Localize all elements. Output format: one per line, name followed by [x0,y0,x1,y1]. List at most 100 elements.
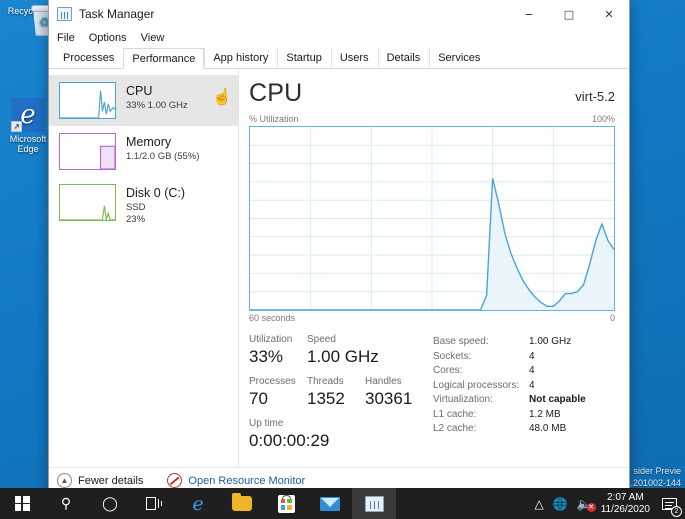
spec-key: Cores: [433,365,463,376]
search-icon: ⚲ [60,495,72,511]
stat-label: Processes [249,376,296,387]
spec-key: Base speed: [433,336,489,347]
spec-value: 4 [529,379,535,391]
menu-item-view[interactable]: View [141,32,165,44]
cpu-chart-svg [250,127,614,310]
window-title: Task Manager [79,7,155,21]
notification-center-button[interactable]: 2 [659,494,682,517]
task-manager-window: Task Manager − □ ✕ File Options View Pro… [48,0,630,494]
sidebar-item-text: CPU 33% 1.00 GHz [126,82,188,119]
taskbar: ⚲ ◯ e △ 🌐 🔈 ✕ 2:07 AM 11/26/2020 2 [0,488,685,519]
insider-preview-watermark: sider Previe .201002-144 [630,465,681,489]
stat-value: 1.00 GHz [307,347,379,366]
spec-row: Cores: 4 [433,364,615,379]
cpu-spec-list: Base speed: 1.00 GHz Sockets: 4 Cores: 4 Logic… [429,333,615,459]
taskbar-task-manager-button[interactable] [352,488,396,519]
fewer-details-button[interactable]: Fewer details [78,475,143,487]
windows-logo-icon [14,496,30,511]
taskbar-task-view-button[interactable] [132,488,176,519]
stat-label: Threads [307,376,344,387]
sidebar-item-cpu[interactable]: CPU 33% 1.00 GHz ☝ [49,75,238,126]
resource-monitor-icon[interactable] [167,473,183,488]
cpu-thumbnail-graph [59,82,116,119]
clock-time: 2:07 AM [606,491,644,503]
stat-value: 0:00:00:29 [249,431,330,450]
spec-row: Virtualization: Not capable [433,393,615,408]
spec-key: Logical processors: [433,379,520,391]
spec-key: Virtualization: [433,394,493,405]
taskbar-cortana-button[interactable]: ◯ [88,488,132,519]
watermark-line-1: sider Previe [633,466,681,476]
tab-app-history[interactable]: App history [204,47,277,68]
stat-label: Handles [365,376,402,387]
tab-services[interactable]: Services [429,47,489,68]
tab-details[interactable]: Details [377,47,430,68]
network-icon[interactable]: 🌐 [553,498,568,510]
volume-icon[interactable]: 🔈 ✕ [577,498,596,512]
start-button[interactable] [0,488,44,519]
sidebar-item-sub2: 23% [126,214,146,225]
menu-bar: File Options View [49,28,629,47]
stat-row-2: Processes 70 Threads 1352 Handles 30361 [249,375,429,409]
cpu-utilization-graph[interactable] [249,126,615,311]
cpu-stats: Utilization 33% Speed 1.00 GHz Processes… [249,333,615,459]
cpu-model-label: virt-5.2 [575,89,615,104]
resource-sidebar: CPU 33% 1.00 GHz ☝ Memory 1.1/2.0 GB (55… [49,69,239,467]
taskbar-file-explorer-button[interactable] [220,488,264,519]
task-view-icon [145,497,163,510]
open-resource-monitor-link[interactable]: Open Resource Monitor [188,475,305,487]
memory-thumbnail-graph [59,133,116,170]
tab-startup[interactable]: Startup [277,47,330,68]
taskbar-mail-button[interactable] [308,488,352,519]
mail-icon [320,496,340,511]
stat-utilization: Utilization 33% [249,333,307,367]
task-manager-icon [57,7,72,21]
axis-label-y: % Utilization [249,114,299,124]
axis-zero-label: 0 [609,313,615,323]
cpu-stats-left: Utilization 33% Speed 1.00 GHz Processes… [249,333,429,459]
stat-row-3: Up time 0:00:00:29 [249,417,429,451]
taskbar-search-button[interactable]: ⚲ [44,488,88,519]
stat-handles: Handles 30361 [365,375,423,409]
system-tray: △ 🌐 🔈 ✕ 2:07 AM 11/26/2020 2 [535,492,685,517]
chevron-up-icon[interactable]: ▲ [57,473,72,488]
menu-item-options[interactable]: Options [89,32,127,44]
page-title: CPU [249,79,303,107]
stat-processes: Processes 70 [249,375,307,409]
taskbar-store-button[interactable] [264,488,308,519]
sidebar-item-title: Memory [126,135,172,149]
sidebar-item-disk[interactable]: Disk 0 (C:) SSD 23% [49,177,238,233]
title-bar[interactable]: Task Manager − □ ✕ [49,0,629,28]
sidebar-item-memory[interactable]: Memory 1.1/2.0 GB (55%) [49,126,238,177]
taskbar-edge-button[interactable]: e [176,488,220,519]
tab-performance[interactable]: Performance [123,48,205,69]
sidebar-item-sub: 33% 1.00 GHz [126,100,188,111]
axis-max-label: 100% [591,114,615,124]
axis-label-x: 60 seconds [249,313,296,323]
tab-processes[interactable]: Processes [54,47,123,68]
close-button[interactable]: ✕ [589,0,629,28]
cortana-icon: ◯ [102,495,118,511]
spec-key: Sockets: [433,350,472,362]
sidebar-item-sub: 1.1/2.0 GB (55%) [126,151,200,162]
menu-item-file[interactable]: File [57,32,75,44]
file-explorer-icon [232,493,252,511]
minimize-button[interactable]: − [509,0,549,28]
stat-label: Utilization [249,334,293,345]
stat-label: Up time [249,418,284,429]
spec-value: 4 [529,365,535,376]
show-hidden-icons-chevron-icon[interactable]: △ [535,498,544,510]
spec-row: L2 cache: 48.0 MB [433,422,615,437]
clock[interactable]: 2:07 AM 11/26/2020 [601,492,650,516]
maximize-button[interactable]: □ [549,0,589,28]
sidebar-item-title: Disk 0 (C:) [126,186,186,200]
spec-value: 1.2 MB [529,408,561,420]
graph-axis-bottom: 60 seconds 0 [249,313,615,323]
task-manager-icon [364,495,384,512]
stat-label: Speed [307,334,336,345]
spec-value: 48.0 MB [529,423,567,434]
spec-value: Not capable [529,394,586,405]
mouse-cursor-hand-icon: ☝ [212,89,232,106]
sidebar-item-text: Memory 1.1/2.0 GB (55%) [126,133,199,170]
tab-users[interactable]: Users [330,47,378,68]
